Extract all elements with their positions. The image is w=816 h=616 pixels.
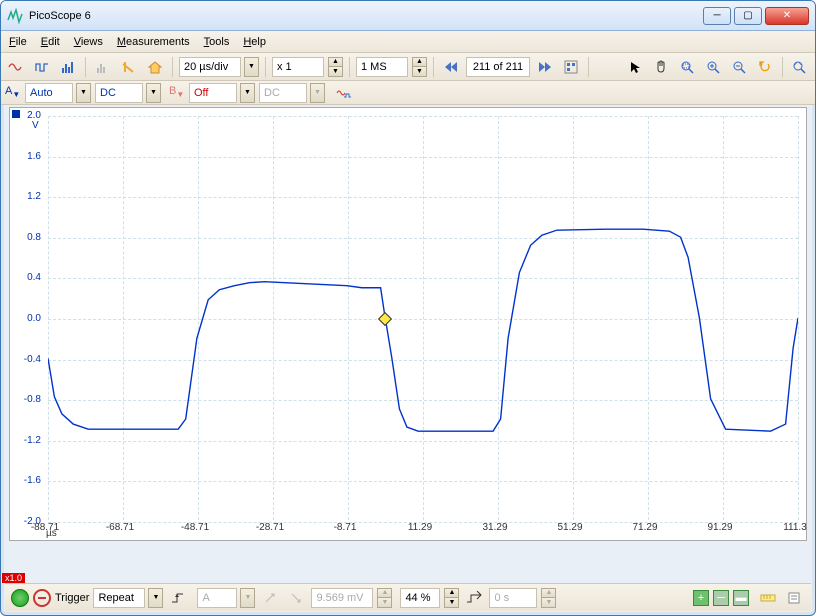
- zoom-out-icon[interactable]: [728, 56, 750, 78]
- nav-first-icon[interactable]: [440, 56, 462, 78]
- maximize-button[interactable]: ▢: [734, 7, 762, 25]
- xfactor-field[interactable]: x 1: [272, 57, 324, 77]
- trigger-mode-field[interactable]: Repeat: [93, 588, 145, 608]
- hand-icon[interactable]: [650, 56, 672, 78]
- buffer-list-icon[interactable]: [560, 56, 582, 78]
- samples-field[interactable]: 1 MS: [356, 57, 408, 77]
- trigger-delay-field: 0 s: [489, 588, 537, 608]
- x-axis-unit: µs: [46, 528, 57, 539]
- zoom-undo-icon[interactable]: [754, 56, 776, 78]
- waveform: [48, 116, 798, 520]
- bottom-toolbar: Trigger Repeat ▼ A ▼ 9.569 mV ▲▼ 44 % ▲▼…: [5, 583, 811, 611]
- buffer-nav-field[interactable]: 211 of 211: [466, 57, 530, 77]
- notes-icon[interactable]: [783, 587, 805, 609]
- menubar: File Edit Views Measurements Tools Help: [1, 31, 815, 53]
- channel-b-label[interactable]: B▼: [169, 85, 185, 99]
- measurements-remove-icon[interactable]: ▬: [733, 590, 749, 606]
- menu-help[interactable]: Help: [243, 36, 266, 48]
- menu-edit[interactable]: Edit: [41, 36, 60, 48]
- pretrigger-spinner[interactable]: ▲▼: [444, 588, 459, 608]
- home-icon[interactable]: [144, 56, 166, 78]
- zoom-window-icon[interactable]: [676, 56, 698, 78]
- trigger-advanced-icon[interactable]: [463, 587, 485, 609]
- menu-measurements[interactable]: Measurements: [117, 36, 190, 48]
- trigger-rising-icon: [259, 587, 281, 609]
- signal-gen-icon[interactable]: [118, 56, 140, 78]
- menu-tools[interactable]: Tools: [204, 36, 230, 48]
- stop-button[interactable]: [33, 589, 51, 607]
- spectrum-disabled-icon: [92, 56, 114, 78]
- zoom-badge: x1.0: [2, 573, 25, 583]
- go-button[interactable]: [11, 589, 29, 607]
- trigger-label: Trigger: [55, 592, 89, 604]
- samples-spinner[interactable]: ▲▼: [412, 57, 427, 77]
- timebase-field[interactable]: 20 µs/div: [179, 57, 241, 77]
- channel-b-range-dropdown[interactable]: ▼: [240, 83, 255, 103]
- trigger-edge-icon[interactable]: [167, 587, 189, 609]
- channel-b-coupling: DC: [259, 83, 307, 103]
- channel-a-range[interactable]: Auto: [25, 83, 73, 103]
- zoom-in-icon[interactable]: [702, 56, 724, 78]
- trigger-channel-field: A: [197, 588, 237, 608]
- main-toolbar: 20 µs/div ▼ x 1 ▲▼ 1 MS ▲▼ 211 of 211: [1, 53, 815, 81]
- scope-mode-icon[interactable]: [5, 56, 27, 78]
- pretrigger-field[interactable]: 44 %: [400, 588, 440, 608]
- trigger-delay-spinner: ▲▼: [541, 588, 556, 608]
- pointer-icon[interactable]: [624, 56, 646, 78]
- spectrum-mode-icon[interactable]: [57, 56, 79, 78]
- digital-channels-icon[interactable]: [333, 82, 355, 104]
- measurements-edit-icon[interactable]: ─: [713, 590, 729, 606]
- measurements-add-icon[interactable]: +: [693, 590, 709, 606]
- app-icon: [7, 8, 23, 24]
- persistence-mode-icon[interactable]: [31, 56, 53, 78]
- minimize-button[interactable]: ─: [703, 7, 731, 25]
- channel-b-coupling-dropdown: ▼: [310, 83, 325, 103]
- trigger-channel-dropdown: ▼: [240, 588, 255, 608]
- channel-toolbar: A▼ Auto ▼ DC ▼ B▼ Off ▼ DC ▼: [1, 81, 815, 105]
- trigger-mode-dropdown[interactable]: ▼: [148, 588, 163, 608]
- channel-a-range-dropdown[interactable]: ▼: [76, 83, 91, 103]
- trigger-level-field: 9.569 mV: [311, 588, 373, 608]
- menu-file[interactable]: File: [9, 36, 27, 48]
- timebase-dropdown[interactable]: ▼: [244, 57, 259, 77]
- window-title: PicoScope 6: [29, 10, 703, 22]
- close-button[interactable]: ✕: [765, 7, 809, 25]
- channel-a-label[interactable]: A▼: [5, 85, 21, 99]
- x-axis: -88.71-68.71-48.71-28.71-8.7111.2931.295…: [45, 522, 802, 540]
- channel-b-range[interactable]: Off: [189, 83, 237, 103]
- titlebar: PicoScope 6 ─ ▢ ✕: [1, 1, 815, 31]
- nav-last-icon[interactable]: [534, 56, 556, 78]
- channel-a-coupling[interactable]: DC: [95, 83, 143, 103]
- trigger-level-spinner: ▲▼: [377, 588, 392, 608]
- plot-area[interactable]: V 2.01.61.20.80.40.0-0.4-0.8-1.2-1.6-2.0…: [9, 107, 807, 541]
- trigger-falling-icon: [285, 587, 307, 609]
- y-axis: 2.01.61.20.80.40.0-0.4-0.8-1.2-1.6-2.0: [10, 108, 45, 522]
- channel-a-coupling-dropdown[interactable]: ▼: [146, 83, 161, 103]
- zoom-full-icon[interactable]: [789, 56, 811, 78]
- xfactor-spinner[interactable]: ▲▼: [328, 57, 343, 77]
- menu-views[interactable]: Views: [74, 36, 103, 48]
- rulers-icon[interactable]: [757, 587, 779, 609]
